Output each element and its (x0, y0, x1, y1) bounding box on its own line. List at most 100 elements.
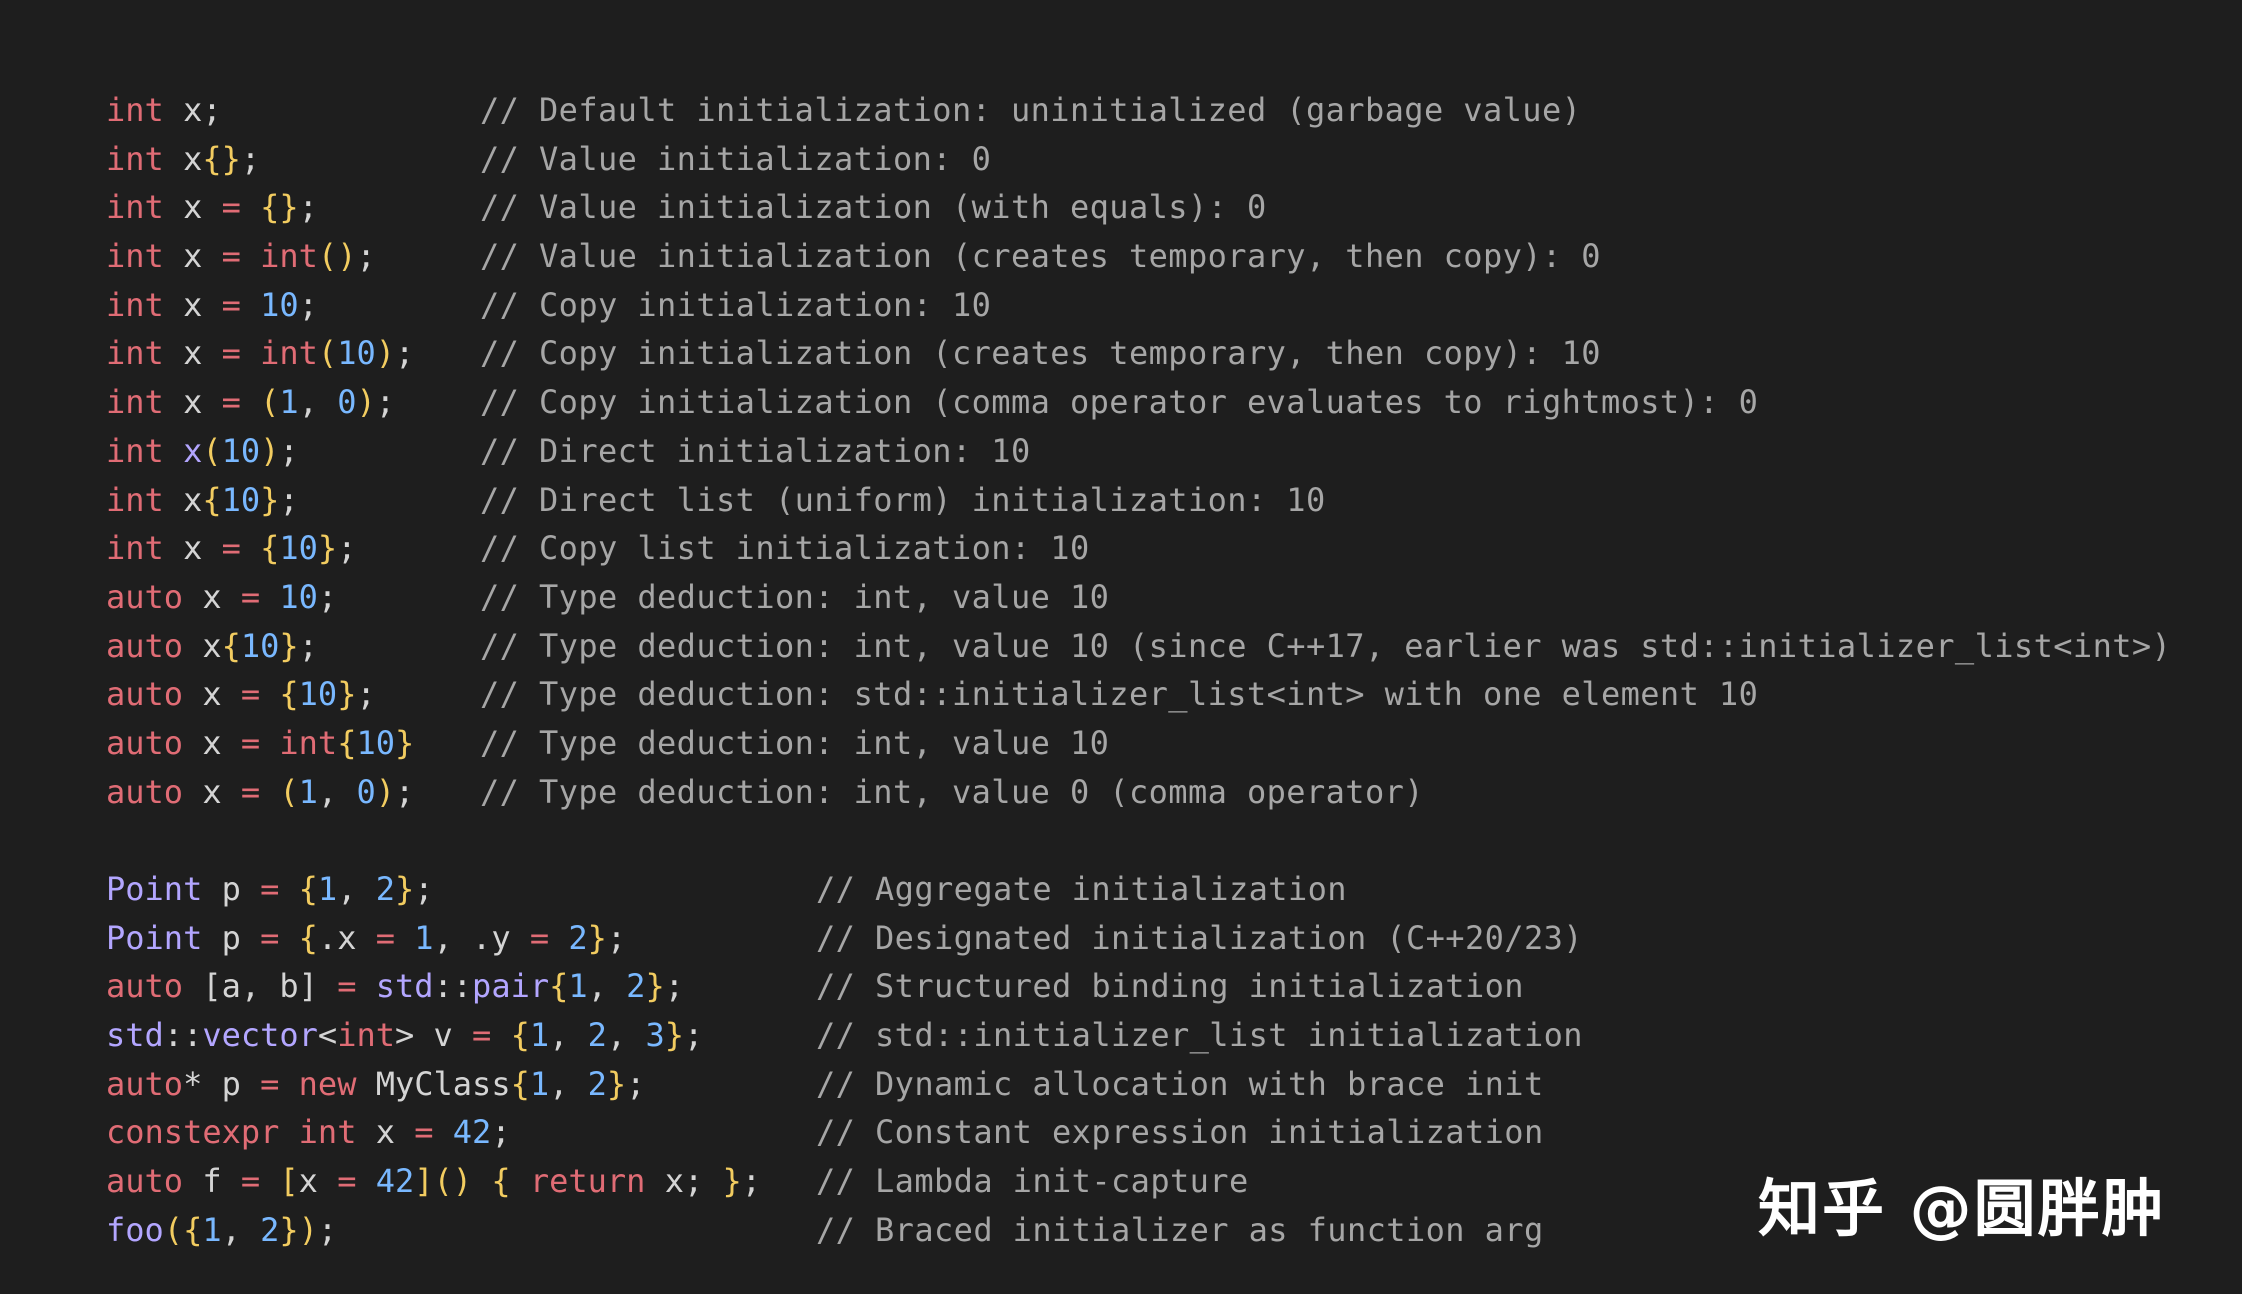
code-token: ; (491, 1113, 511, 1152)
code-token: int (260, 237, 318, 276)
code-token: MyClass (356, 1064, 511, 1103)
code-token: = (240, 675, 261, 714)
code-token: int (106, 334, 164, 373)
code-token: 1 (529, 1064, 550, 1103)
code-token: ) (298, 1210, 318, 1249)
code-token: { (549, 967, 569, 1006)
code-token: , (606, 1016, 646, 1055)
code-comment: // Dynamic allocation with brace init (816, 1064, 1544, 1103)
code-statement: int x = int(); (106, 232, 376, 281)
code-token: , (549, 1016, 588, 1055)
code-token: int (106, 480, 164, 519)
code-token: ; (356, 675, 376, 714)
code-token: {} (202, 139, 241, 178)
code-statement: int x = (1, 0); (106, 378, 395, 427)
code-statement: int x{}; (106, 135, 260, 184)
code-token: return (529, 1162, 646, 1201)
code-token: x (163, 334, 222, 373)
code-statement: auto x = {10}; (106, 670, 376, 719)
code-token: ; (664, 967, 684, 1006)
code-token: = (221, 529, 241, 568)
code-token: auto (106, 967, 184, 1006)
code-token: = (414, 1113, 434, 1152)
code-token: ; (298, 188, 318, 227)
code-token: { (260, 529, 280, 568)
code-token: x (163, 383, 222, 422)
code-token: 1 (279, 383, 299, 422)
code-token: ) (260, 431, 280, 470)
code-token: = (221, 383, 241, 422)
code-token: x (163, 139, 203, 178)
code-statement: auto x = 10; (106, 573, 337, 622)
code-token: auto (106, 1162, 184, 1201)
code-statement: int x{10}; (106, 476, 299, 525)
code-token: { (279, 675, 299, 714)
code-token: } (722, 1162, 742, 1201)
code-statement: int x(10); (106, 427, 299, 476)
zhihu-watermark: 知乎 @圆胖肿 (1758, 1172, 2166, 1245)
code-token: 42 (452, 1113, 492, 1152)
code-token: ; (298, 285, 318, 324)
code-token: ; (298, 626, 318, 665)
code-token: , (337, 870, 376, 908)
code-comment: // Structured binding initialization (816, 967, 1524, 1006)
code-token: ; (279, 431, 299, 470)
code-statement: auto x = int{10} (106, 719, 414, 768)
code-token: 3 (645, 1016, 665, 1055)
code-token: Point (106, 918, 203, 957)
code-token: 2 (587, 1016, 607, 1055)
code-token: = (221, 188, 241, 227)
code-comment: // Value initialization (creates tempora… (480, 237, 1601, 276)
code-comment: // Value initialization (with equals): 0 (480, 188, 1267, 227)
code-comment: // Type deduction: int, value 0 (comma o… (480, 772, 1424, 811)
code-token: , (587, 967, 627, 1006)
code-comment: // Constant expression initialization (816, 1113, 1544, 1152)
code-token: int (106, 139, 164, 178)
code-token: } (645, 967, 665, 1006)
code-statement: int x = 10; (106, 281, 318, 330)
code-statement: Point p = {.x = 1, .y = 2}; (106, 914, 626, 963)
code-statement: constexpr int x = 42; (106, 1108, 511, 1157)
code-comment: // Copy initialization (comma operator e… (480, 383, 1759, 422)
code-token: 1 (317, 870, 338, 908)
code-comment: // Copy initialization (creates temporar… (480, 334, 1601, 373)
code-token: = (529, 918, 550, 957)
code-token: = (260, 1064, 280, 1103)
code-token: ; (240, 139, 261, 178)
code-comment: // Braced initializer as function arg (816, 1210, 1544, 1249)
code-token: vector (202, 1016, 318, 1055)
code-token: x (183, 772, 241, 811)
code-comment: // Type deduction: int, value 10 (480, 577, 1110, 616)
code-token: = (472, 1016, 492, 1055)
code-token: int (106, 529, 164, 568)
code-token: ; (414, 870, 434, 908)
code-token: ( (260, 383, 280, 422)
code-token: = (240, 723, 261, 762)
code-token: , (317, 772, 357, 811)
code-token: , .y (433, 918, 530, 957)
code-token: 1 (529, 1016, 550, 1055)
code-token: 2 (568, 918, 588, 957)
code-token: < (317, 1016, 338, 1055)
code-token: } (279, 1210, 299, 1249)
code-token: 2 (587, 1064, 607, 1103)
code-token: ; (394, 772, 415, 811)
code-token: ]() (414, 1162, 473, 1201)
code-token: [ (279, 1162, 299, 1201)
code-token: 1 (414, 918, 434, 957)
code-statement: auto x = (1, 0); (106, 768, 414, 817)
code-token: auto (106, 675, 184, 714)
code-token: ; (626, 1064, 646, 1103)
code-token: ) (375, 334, 395, 373)
code-token: new (298, 1064, 357, 1103)
code-token: { (337, 723, 357, 762)
